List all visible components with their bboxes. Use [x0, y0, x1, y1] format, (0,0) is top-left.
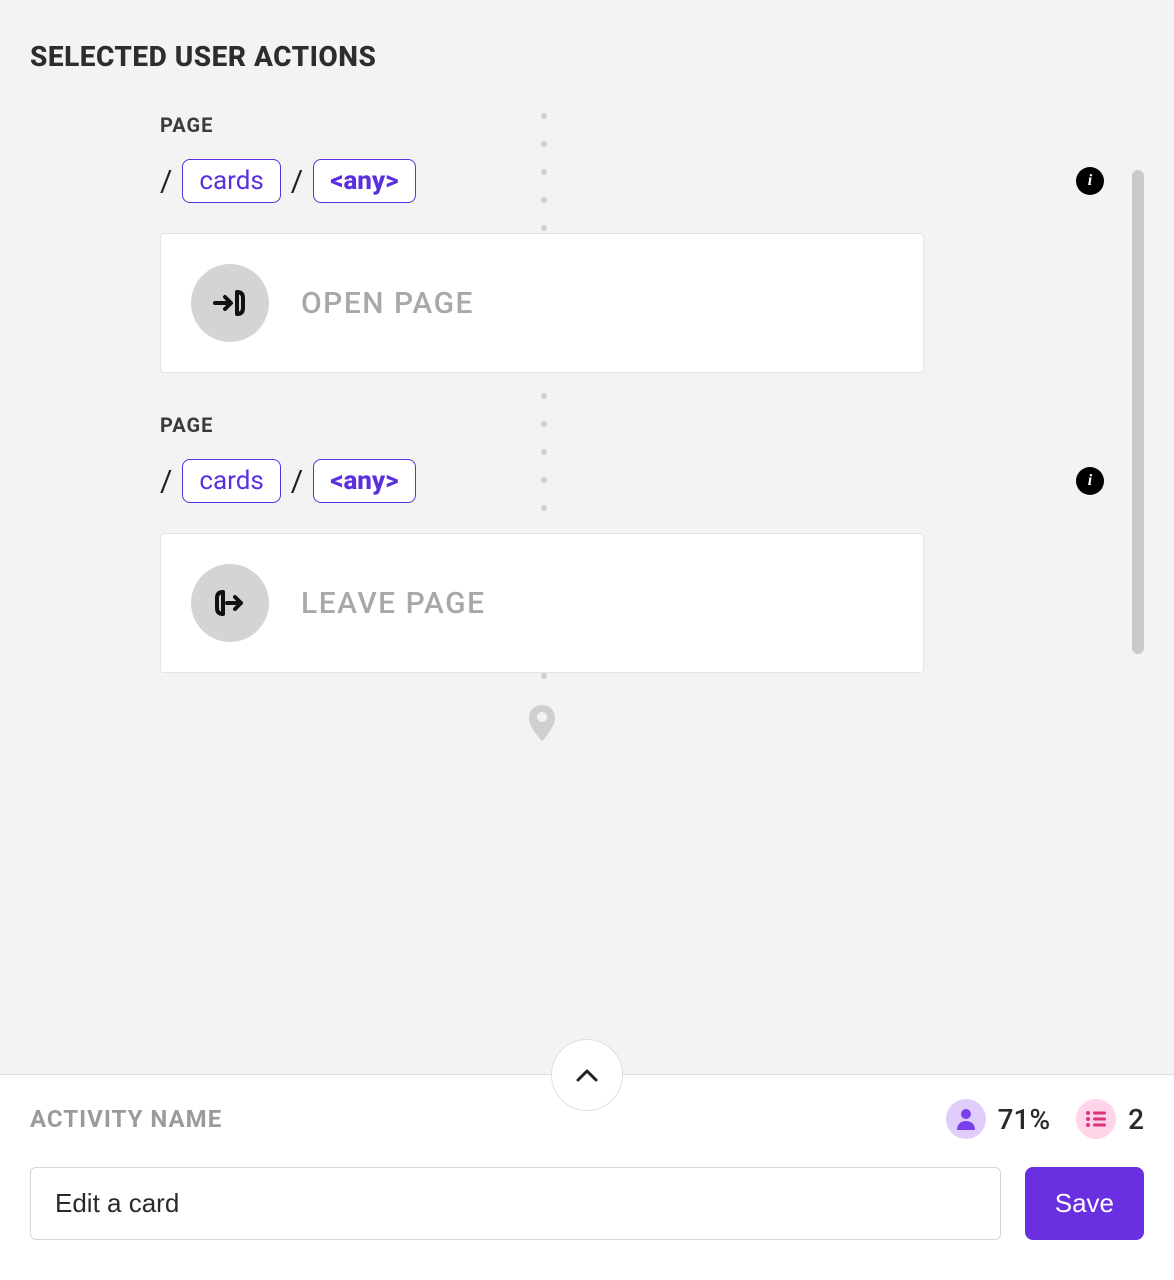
actions-list: PAGE / cards / <any> i OPEN PAGE — [160, 113, 924, 873]
main-area: SELECTED USER ACTIONS PAGE / cards / <an… — [0, 0, 1174, 1074]
section-title: SELECTED USER ACTIONS — [30, 40, 1144, 73]
stats: 71% 2 — [946, 1099, 1144, 1139]
path-segment-any[interactable]: <any> — [313, 459, 415, 503]
map-pin-icon — [160, 703, 924, 747]
action-card[interactable]: LEAVE PAGE — [160, 533, 924, 673]
user-icon — [946, 1099, 986, 1139]
action-label: LEAVE PAGE — [301, 586, 486, 621]
action-block[interactable]: PAGE / cards / <any> i LEAVE PAGE — [160, 413, 924, 673]
stat-users-value: 71% — [998, 1103, 1050, 1136]
exit-icon — [191, 564, 269, 642]
list-icon — [1076, 1099, 1116, 1139]
enter-icon — [191, 264, 269, 342]
save-button[interactable]: Save — [1025, 1167, 1144, 1240]
action-type-label: PAGE — [160, 113, 924, 137]
path-segment[interactable]: cards — [182, 159, 280, 203]
activity-name-label: ACTIVITY NAME — [30, 1105, 222, 1133]
info-icon[interactable]: i — [1076, 467, 1104, 495]
action-block[interactable]: PAGE / cards / <any> i OPEN PAGE — [160, 113, 924, 373]
info-icon[interactable]: i — [1076, 167, 1104, 195]
path-slash: / — [291, 464, 303, 499]
path-slash: / — [291, 164, 303, 199]
action-card[interactable]: OPEN PAGE — [160, 233, 924, 373]
chevron-up-icon — [576, 1068, 598, 1082]
activity-name-input[interactable] — [30, 1167, 1001, 1240]
action-type-label: PAGE — [160, 413, 924, 437]
path-slash: / — [160, 464, 172, 499]
scrollbar[interactable] — [1132, 170, 1144, 654]
path-row: / cards / <any> i — [160, 459, 924, 503]
path-segment[interactable]: cards — [182, 459, 280, 503]
stat-users[interactable]: 71% — [946, 1099, 1050, 1139]
stat-steps-value: 2 — [1128, 1103, 1144, 1136]
timeline: PAGE / cards / <any> i OPEN PAGE — [30, 113, 1144, 873]
bottom-panel: ACTIVITY NAME 71% 2 Sa — [0, 1074, 1174, 1280]
action-label: OPEN PAGE — [301, 286, 474, 321]
scrollbar-thumb[interactable] — [1132, 170, 1144, 654]
stat-steps[interactable]: 2 — [1076, 1099, 1144, 1139]
path-row: / cards / <any> i — [160, 159, 924, 203]
path-slash: / — [160, 164, 172, 199]
path-segment-any[interactable]: <any> — [313, 159, 415, 203]
collapse-button[interactable] — [551, 1039, 623, 1111]
